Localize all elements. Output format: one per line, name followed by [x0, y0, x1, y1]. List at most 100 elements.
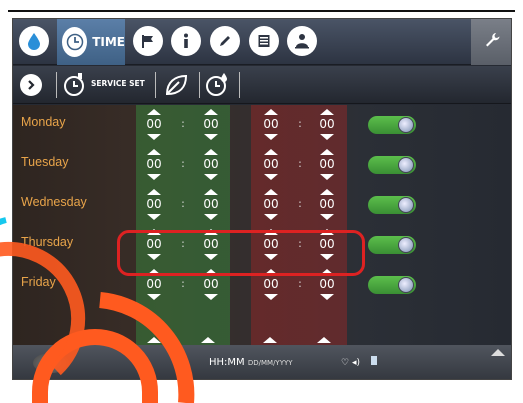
day-enabled-toggle[interactable]	[368, 116, 416, 134]
toggle-knob	[398, 237, 414, 253]
service-timer-icon[interactable]	[63, 72, 89, 102]
end-minute-value[interactable]: 00	[315, 157, 339, 171]
down-arrow-icon[interactable]	[264, 134, 278, 140]
toggle-knob	[398, 117, 414, 133]
day-enabled-toggle[interactable]	[368, 156, 416, 174]
top-nav: TIME	[13, 19, 511, 65]
end-hour-value[interactable]: 00	[259, 277, 283, 291]
schedule-list: Monday 00 00 00 00:: Tuesday 00 00 00 00:: Wednesd…	[13, 105, 511, 345]
down-arrow-icon[interactable]	[320, 294, 334, 300]
time-format: HH:MM	[209, 357, 245, 368]
up-arrow-icon[interactable]	[204, 149, 218, 155]
start-hour-value[interactable]: 00	[142, 117, 166, 131]
service-set-label[interactable]: SERVICE SET	[91, 79, 145, 88]
up-arrow-icon[interactable]	[147, 109, 161, 115]
down-arrow-icon[interactable]	[320, 214, 334, 220]
up-arrow-icon[interactable]	[147, 149, 161, 155]
up-arrow-icon[interactable]	[264, 109, 278, 115]
down-arrow-icon[interactable]	[147, 214, 161, 220]
end-hour-value[interactable]: 00	[259, 197, 283, 211]
water-drop-icon[interactable]	[19, 26, 49, 56]
time-separator: :	[298, 197, 302, 210]
end-hour-value[interactable]: 00	[259, 157, 283, 171]
wrench-icon	[483, 31, 501, 53]
end-minute-value[interactable]: 00	[315, 117, 339, 131]
drop-timer-icon[interactable]	[205, 72, 231, 102]
up-arrow-icon[interactable]	[204, 189, 218, 195]
flag-icon[interactable]	[133, 26, 163, 56]
day-enabled-toggle[interactable]	[368, 196, 416, 214]
down-arrow-icon[interactable]	[204, 214, 218, 220]
tab-time-label: TIME	[92, 35, 125, 49]
start-minute-value[interactable]: 00	[199, 277, 223, 291]
end-minute-value[interactable]: 00	[315, 197, 339, 211]
page: TIME SERVICE SET Monday 00 00 00 00:: …	[0, 0, 523, 403]
down-arrow-icon[interactable]	[204, 134, 218, 140]
sub-nav: SERVICE SET	[13, 66, 511, 104]
down-arrow-icon[interactable]	[147, 174, 161, 180]
start-minute-value[interactable]: 00	[199, 117, 223, 131]
toggle-knob	[398, 157, 414, 173]
day-enabled-toggle[interactable]	[368, 236, 416, 254]
info-icon[interactable]	[171, 26, 201, 56]
down-arrow-icon[interactable]	[264, 174, 278, 180]
time-separator: :	[181, 157, 185, 170]
day-enabled-toggle[interactable]	[368, 276, 416, 294]
divider	[56, 72, 57, 98]
up-arrow-icon	[147, 337, 161, 343]
down-arrow-icon[interactable]	[204, 294, 218, 300]
toggle-knob	[398, 197, 414, 213]
up-arrow-icon[interactable]	[204, 109, 218, 115]
device-screen: TIME SERVICE SET Monday 00 00 00 00:: …	[12, 18, 512, 380]
leaf-icon[interactable]	[163, 72, 189, 102]
down-arrow-icon[interactable]	[204, 174, 218, 180]
chevron-right-icon	[28, 80, 35, 90]
time-separator: :	[181, 197, 185, 210]
end-hour-value[interactable]: 00	[259, 117, 283, 131]
status-bar: HH:MM DD/MM/YYYY ♡ ◂)	[13, 345, 511, 379]
up-arrow-icon[interactable]	[320, 109, 334, 115]
chevron-right-button[interactable]	[20, 74, 42, 96]
up-arrow-icon[interactable]	[264, 189, 278, 195]
up-arrow-icon[interactable]	[320, 189, 334, 195]
status-icons: ♡ ◂)	[341, 356, 377, 368]
start-minute-value[interactable]: 00	[199, 197, 223, 211]
time-separator: :	[298, 157, 302, 170]
top-rule	[8, 10, 515, 12]
up-arrow-icon[interactable]	[320, 149, 334, 155]
pencil-icon[interactable]	[210, 26, 240, 56]
clock-icon	[62, 27, 88, 57]
up-arrow-icon[interactable]	[264, 149, 278, 155]
down-arrow-icon[interactable]	[320, 134, 334, 140]
up-arrow-icon[interactable]	[147, 189, 161, 195]
status-time-format: HH:MM DD/MM/YYYY	[209, 357, 293, 368]
day-label: Wednesday	[21, 195, 87, 209]
start-hour-value[interactable]: 00	[142, 277, 166, 291]
date-format: DD/MM/YYYY	[247, 359, 293, 367]
start-hour-value[interactable]: 00	[142, 157, 166, 171]
person-icon[interactable]	[287, 26, 317, 56]
tab-time[interactable]: TIME	[57, 19, 125, 65]
down-arrow-icon[interactable]	[320, 174, 334, 180]
day-label: Thursday	[21, 235, 74, 249]
day-label: Friday	[21, 275, 56, 289]
battery-icon	[370, 356, 377, 365]
settings-button[interactable]	[471, 19, 511, 65]
toggle-knob	[398, 277, 414, 293]
end-time-column	[251, 105, 347, 345]
day-label: Tuesday	[21, 155, 69, 169]
home-button[interactable]	[33, 353, 69, 373]
wifi-icon: ♡	[341, 358, 350, 368]
start-hour-value[interactable]: 00	[142, 197, 166, 211]
down-arrow-icon[interactable]	[264, 214, 278, 220]
expand-icon[interactable]	[491, 349, 505, 356]
up-arrow-icon	[201, 337, 215, 343]
divider	[239, 72, 240, 98]
down-arrow-icon[interactable]	[147, 294, 161, 300]
highlight-outline	[117, 230, 365, 276]
start-minute-value[interactable]: 00	[199, 157, 223, 171]
document-icon[interactable]	[249, 26, 279, 56]
down-arrow-icon[interactable]	[147, 134, 161, 140]
end-minute-value[interactable]: 00	[315, 277, 339, 291]
down-arrow-icon[interactable]	[264, 294, 278, 300]
